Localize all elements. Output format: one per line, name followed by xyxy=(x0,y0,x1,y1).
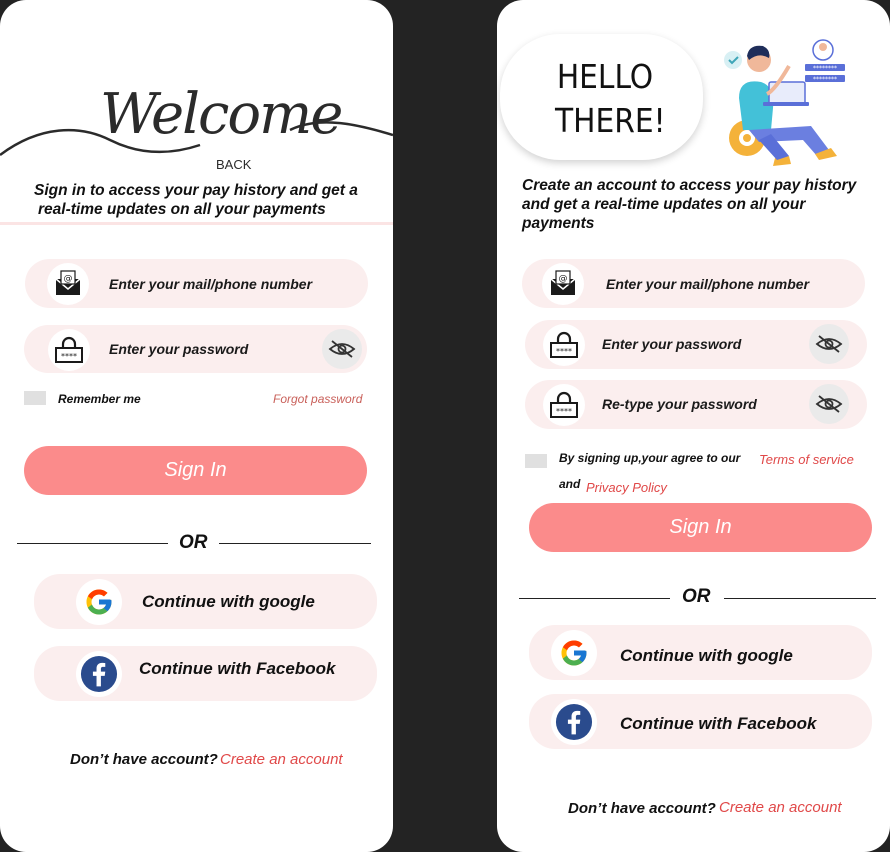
or-label: OR xyxy=(179,532,208,553)
google-label: Continue with google xyxy=(620,646,793,665)
facebook-icon xyxy=(76,651,122,697)
svg-text:****: **** xyxy=(556,347,572,356)
svg-text:********: ******** xyxy=(813,65,837,72)
privacy-policy-link[interactable]: Privacy Policy xyxy=(586,480,667,495)
password-field[interactable]: **** Enter your password xyxy=(24,325,367,373)
create-account-link[interactable]: Create an account xyxy=(220,751,343,768)
terms-link[interactable]: Terms of service xyxy=(759,452,854,467)
remember-checkbox[interactable] xyxy=(24,391,46,405)
agree-checkbox[interactable] xyxy=(525,454,547,468)
or-label: OR xyxy=(682,586,711,607)
password-placeholder: Enter your password xyxy=(109,341,249,357)
signup-retype-password-field[interactable]: **** Re-type your password xyxy=(525,380,867,429)
signup-email-field[interactable]: @ Enter your mail/phone number xyxy=(522,259,865,308)
signup-continue-facebook-button[interactable]: Continue with Facebook xyxy=(529,694,872,749)
login-card: Welcome BACK Sign in to access your pay … xyxy=(0,0,393,852)
signup-continue-google-button[interactable]: Continue with google xyxy=(529,625,872,680)
password-placeholder: Enter your password xyxy=(602,336,742,352)
back-label: BACK xyxy=(216,157,252,172)
facebook-label: Continue with Facebook xyxy=(139,659,336,678)
signup-subtitle: Create an account to access your pay his… xyxy=(522,177,857,232)
padlock-icon: **** xyxy=(48,329,90,371)
hello-bubble xyxy=(500,34,703,160)
signup-card: HELLO THERE! ******** ******** Create an… xyxy=(497,0,890,852)
facebook-icon xyxy=(551,699,597,745)
padlock-icon: **** xyxy=(543,384,585,426)
eye-hidden-icon[interactable] xyxy=(809,324,849,364)
facebook-label: Continue with Facebook xyxy=(620,714,817,733)
hello-line1: HELLO xyxy=(556,57,654,96)
continue-facebook-button[interactable]: Continue with Facebook xyxy=(34,646,377,701)
or-divider-left xyxy=(17,543,168,544)
and-text: and xyxy=(559,477,581,491)
email-icon: @ xyxy=(542,263,584,305)
signup-sign-in-button[interactable]: Sign In xyxy=(529,503,872,552)
login-subtitle-line1: Sign in to access your pay history and g… xyxy=(34,182,358,199)
eye-hidden-icon[interactable] xyxy=(322,329,362,369)
google-label: Continue with google xyxy=(142,592,315,611)
google-icon xyxy=(551,630,597,676)
svg-text:****: **** xyxy=(61,352,77,361)
svg-text:@: @ xyxy=(64,274,73,284)
login-subtitle-line2: real-time updates on all your payments xyxy=(38,201,326,218)
or-divider-left xyxy=(519,598,670,599)
subtitle-divider xyxy=(0,222,393,225)
google-icon xyxy=(76,579,122,625)
hello-line2: THERE! xyxy=(555,101,666,140)
padlock-icon: **** xyxy=(543,324,585,366)
no-account-text: Don’t have account? xyxy=(568,800,716,817)
email-field[interactable]: @ Enter your mail/phone number xyxy=(25,259,368,308)
eye-hidden-icon[interactable] xyxy=(809,384,849,424)
continue-google-button[interactable]: Continue with google xyxy=(34,574,377,629)
no-account-text: Don’t have account? xyxy=(70,751,218,768)
forgot-password-link[interactable]: Forgot password xyxy=(273,392,362,406)
signup-password-field[interactable]: **** Enter your password xyxy=(525,320,867,369)
remember-label: Remember me xyxy=(58,392,141,406)
svg-text:@: @ xyxy=(559,274,568,284)
email-placeholder: Enter your mail/phone number xyxy=(606,276,810,292)
create-account-link[interactable]: Create an account xyxy=(719,799,842,816)
svg-text:********: ******** xyxy=(813,76,837,83)
email-placeholder: Enter your mail/phone number xyxy=(109,276,313,292)
agree-text: By signing up,your agree to our xyxy=(559,451,741,465)
sign-in-button[interactable]: Sign In xyxy=(24,446,367,495)
person-laptop-illustration: ******** ******** xyxy=(724,39,845,166)
svg-text:****: **** xyxy=(556,407,572,416)
or-divider-right xyxy=(219,543,371,544)
email-icon: @ xyxy=(47,263,89,305)
retype-placeholder: Re-type your password xyxy=(602,396,757,412)
welcome-script-title: Welcome xyxy=(100,82,343,147)
or-divider-right xyxy=(724,598,876,599)
